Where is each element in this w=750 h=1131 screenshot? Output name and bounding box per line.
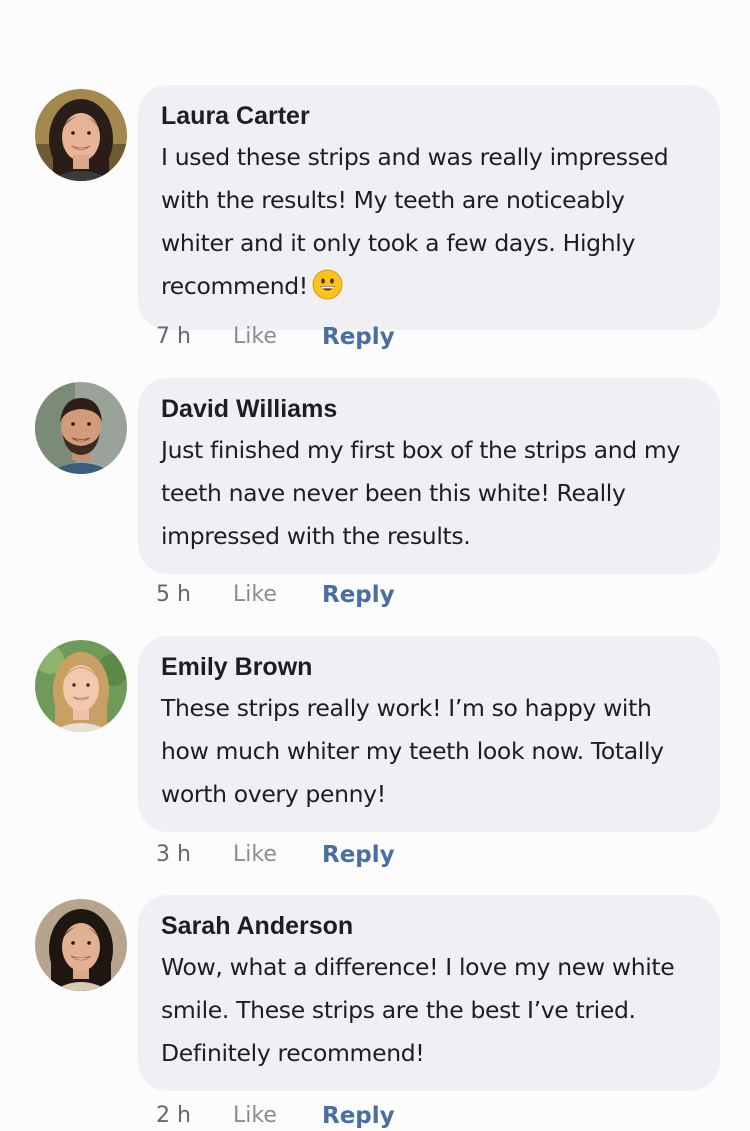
- like-button[interactable]: Like: [233, 322, 277, 352]
- reply-button[interactable]: Reply: [322, 840, 395, 870]
- comment-bubble: David Williams Just finished my first bo…: [138, 378, 720, 574]
- comment-text: Wow, what a difference! I love my new wh…: [161, 953, 675, 1067]
- like-button[interactable]: Like: [233, 840, 277, 870]
- reply-button[interactable]: Reply: [322, 322, 395, 352]
- comment-bubble: Emily Brown These strips really work! I’…: [138, 636, 720, 832]
- comment-timestamp: 7 h: [156, 324, 191, 349]
- comment-list: Laura Carter I used these strips and was…: [0, 0, 750, 1129]
- comment-text: Just finished my first box of the strips…: [161, 436, 681, 550]
- comment-author[interactable]: Emily Brown: [161, 650, 700, 684]
- like-button[interactable]: Like: [233, 1101, 277, 1131]
- reply-button[interactable]: Reply: [322, 1101, 395, 1131]
- comment-timestamp: 5 h: [156, 582, 191, 607]
- avatar[interactable]: [35, 640, 127, 732]
- avatar[interactable]: [35, 89, 127, 181]
- comment-author[interactable]: Laura Carter: [161, 99, 700, 133]
- comment-bubble: Laura Carter I used these strips and was…: [138, 85, 720, 330]
- comment-timestamp: 3 h: [156, 842, 191, 867]
- comment-timestamp: 2 h: [156, 1103, 191, 1128]
- comment-text: These strips really work! I’m so happy w…: [161, 694, 664, 808]
- avatar[interactable]: [35, 382, 127, 474]
- comment-author[interactable]: David Williams: [161, 392, 700, 426]
- reply-button[interactable]: Reply: [322, 580, 395, 610]
- comment-bubble: Sarah Anderson Wow, what a difference! I…: [138, 895, 720, 1091]
- comment-text: I used these strips and was really impre…: [161, 136, 700, 314]
- comment-text-body: I used these strips and was really impre…: [161, 143, 669, 300]
- grinning-face-icon: [312, 269, 343, 314]
- avatar[interactable]: [35, 899, 127, 991]
- like-button[interactable]: Like: [233, 580, 277, 610]
- comment-author[interactable]: Sarah Anderson: [161, 909, 700, 943]
